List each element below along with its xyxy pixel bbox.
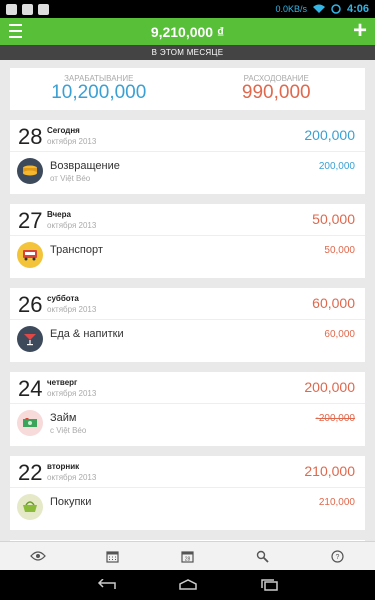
category-label: Покупки bbox=[50, 496, 92, 508]
add-transaction-button[interactable]: + bbox=[353, 19, 367, 43]
facebook-icon bbox=[6, 3, 17, 15]
recent-apps-icon[interactable] bbox=[259, 579, 281, 591]
day-card: 26 суббота октября 2013 60,000 Еда & нап… bbox=[10, 288, 365, 362]
weekday-label: Сегодня bbox=[47, 126, 80, 135]
day-number: 28 bbox=[18, 124, 43, 149]
calendar-month-icon bbox=[106, 550, 119, 563]
menu-icon[interactable] bbox=[9, 24, 22, 38]
spending-value: 990,000 bbox=[241, 82, 311, 103]
tab-overview[interactable] bbox=[0, 542, 75, 570]
transaction-row[interactable]: Покупки 210,000 bbox=[10, 489, 365, 529]
day-number: 22 bbox=[18, 460, 43, 485]
tab-day[interactable]: 28 bbox=[150, 542, 225, 570]
weekday-label: вторник bbox=[47, 462, 80, 471]
clock: 4:06 bbox=[346, 3, 369, 15]
note-label: от Việt Béo bbox=[50, 174, 91, 183]
day-header: 24 четверг октября 2013 200,000 bbox=[10, 372, 365, 404]
month-label: октября 2013 bbox=[47, 305, 97, 314]
day-header: 22 вторник октября 2013 210,000 bbox=[10, 456, 365, 488]
month-label: октября 2013 bbox=[47, 221, 97, 230]
day-total: 200,000 bbox=[304, 127, 355, 143]
amount: 50,000 bbox=[324, 245, 355, 256]
weekday-label: суббота bbox=[47, 294, 79, 303]
transaction-list: 28 Сегодня октября 2013 200,000 Возвраще… bbox=[10, 120, 365, 540]
help-icon: ? bbox=[331, 549, 344, 563]
note-label: с Việt Béo bbox=[50, 426, 87, 435]
home-icon[interactable] bbox=[177, 579, 199, 591]
tab-search[interactable] bbox=[225, 542, 300, 570]
bottom-tab-bar: 28 ? bbox=[0, 541, 375, 570]
bus-icon bbox=[17, 242, 43, 268]
transaction-row[interactable]: Займ с Việt Béo -200,000 bbox=[10, 405, 365, 445]
network-speed: 0.0KB/s bbox=[275, 4, 307, 14]
day-card: 27 Вчера октября 2013 50,000 Транспорт 5… bbox=[10, 204, 365, 278]
sync-icon bbox=[331, 4, 341, 14]
day-header: 27 Вчера октября 2013 50,000 bbox=[10, 204, 365, 236]
eye-icon bbox=[29, 551, 46, 561]
status-bar: 0.0KB/s 4:06 bbox=[0, 0, 375, 18]
category-label: Транспорт bbox=[50, 244, 103, 256]
category-label: Возвращение bbox=[50, 160, 120, 172]
weekday-label: Вчера bbox=[47, 210, 71, 219]
amount: 210,000 bbox=[318, 497, 355, 508]
cash-icon bbox=[17, 410, 43, 436]
day-total: 200,000 bbox=[304, 379, 355, 395]
day-card: 22 вторник октября 2013 210,000 Покупки … bbox=[10, 456, 365, 530]
period-selector[interactable]: В ЭТОМ МЕСЯЦЕ bbox=[0, 45, 375, 60]
tab-help[interactable]: ? bbox=[300, 542, 375, 570]
tab-month[interactable] bbox=[75, 542, 150, 570]
day-header: 28 Сегодня октября 2013 200,000 bbox=[10, 120, 365, 152]
svg-text:?: ? bbox=[336, 554, 340, 561]
day-total: 50,000 bbox=[312, 211, 355, 227]
amount: -200,000 bbox=[315, 413, 355, 424]
category-label: Займ bbox=[50, 412, 77, 424]
system-nav-bar bbox=[0, 570, 375, 600]
wifi-icon bbox=[312, 4, 325, 13]
cocktail-icon bbox=[17, 326, 43, 352]
transaction-row[interactable]: Возвращение от Việt Béo 200,000 bbox=[10, 153, 365, 193]
day-total: 60,000 bbox=[312, 295, 355, 311]
app-bar: 9,210,000 ₫ + bbox=[0, 18, 375, 45]
transaction-row[interactable]: Транспорт 50,000 bbox=[10, 237, 365, 277]
spending-summary: РАСХОДОВАНИЕ 990,000 bbox=[188, 68, 366, 110]
category-label: Еда & напитки bbox=[50, 328, 124, 340]
calendar-day-icon: 28 bbox=[181, 550, 194, 563]
day-total: 210,000 bbox=[304, 463, 355, 479]
day-card: 24 четверг октября 2013 200,000 Займ с V… bbox=[10, 372, 365, 446]
month-label: октября 2013 bbox=[47, 389, 97, 398]
day-number: 27 bbox=[18, 208, 43, 233]
day-card: 28 Сегодня октября 2013 200,000 Возвраще… bbox=[10, 120, 365, 194]
back-icon[interactable] bbox=[95, 579, 117, 591]
earning-value: 10,200,000 bbox=[51, 82, 147, 103]
month-label: октября 2013 bbox=[47, 473, 97, 482]
amount: 200,000 bbox=[318, 161, 355, 172]
check-icon bbox=[22, 3, 33, 15]
day-number: 24 bbox=[18, 376, 43, 401]
balance-title: 9,210,000 ₫ bbox=[150, 23, 225, 40]
search-icon bbox=[256, 550, 269, 563]
transaction-row[interactable]: Еда & напитки 60,000 bbox=[10, 321, 365, 361]
cat-icon bbox=[38, 3, 49, 15]
earning-summary: ЗАРАБАТЫВАНИЕ 10,200,000 bbox=[10, 68, 188, 110]
coins-icon bbox=[17, 158, 43, 184]
weekday-label: четверг bbox=[47, 378, 78, 387]
month-label: октября 2013 bbox=[47, 137, 97, 146]
day-header: 26 суббота октября 2013 60,000 bbox=[10, 288, 365, 320]
day-number: 26 bbox=[18, 292, 43, 317]
amount: 60,000 bbox=[324, 329, 355, 340]
svg-text:28: 28 bbox=[185, 556, 191, 562]
basket-icon bbox=[17, 494, 43, 520]
summary-card: ЗАРАБАТЫВАНИЕ 10,200,000 РАСХОДОВАНИЕ 99… bbox=[10, 68, 365, 110]
